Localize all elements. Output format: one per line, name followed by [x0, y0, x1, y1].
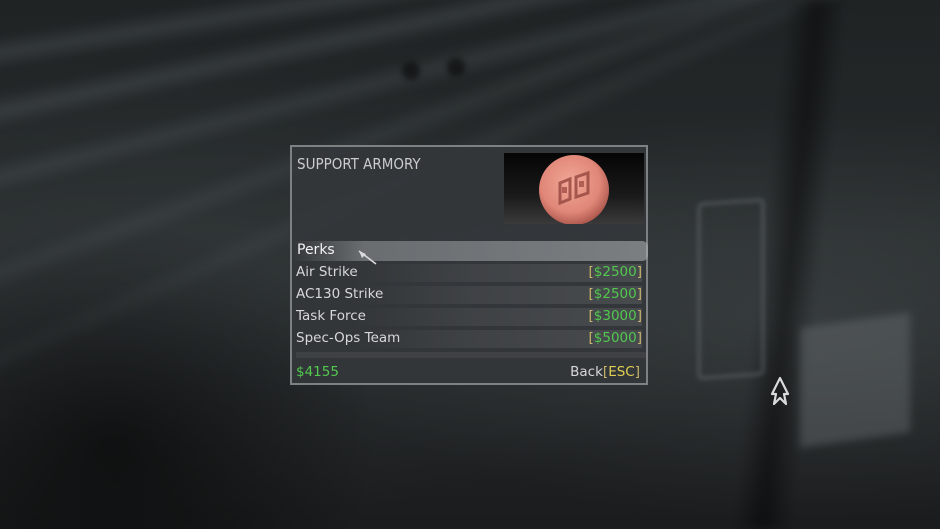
item-name: Spec-Ops Team [296, 330, 401, 346]
item-preview [504, 153, 644, 225]
category-header-bar [292, 241, 648, 261]
red-dogtag-emblem-icon [539, 155, 609, 225]
blurred-wall-panel [800, 312, 910, 448]
crosshair-icon [770, 376, 790, 406]
item-price: [$5000] [588, 330, 642, 346]
footer-divider [296, 352, 646, 358]
support-armory-panel: SUPPORT ARMORY Perks Air Strike [$2500] … [290, 145, 648, 385]
blurred-monitor-frame [697, 197, 765, 381]
item-name: AC130 Strike [296, 286, 384, 302]
armory-item-task-force[interactable]: Task Force [$3000] [292, 307, 646, 327]
blurred-bolt [402, 62, 420, 80]
player-funds: $4155 [296, 364, 339, 380]
category-label: Perks [297, 242, 335, 258]
armory-item-ac130-strike[interactable]: AC130 Strike [$2500] [292, 285, 646, 305]
blurred-bolt [447, 58, 465, 76]
item-price: [$2500] [588, 264, 642, 280]
item-name: Task Force [296, 308, 366, 324]
item-price: [$2500] [588, 286, 642, 302]
panel-title: SUPPORT ARMORY [297, 155, 421, 173]
armory-item-air-strike[interactable]: Air Strike [$2500] [292, 263, 646, 283]
esc-key-hint: ESC [608, 364, 635, 380]
armory-item-spec-ops-team[interactable]: Spec-Ops Team [$5000] [292, 329, 646, 349]
item-name: Air Strike [296, 264, 358, 280]
back-button[interactable]: Back[ESC] [570, 364, 640, 380]
item-price: [$3000] [588, 308, 642, 324]
